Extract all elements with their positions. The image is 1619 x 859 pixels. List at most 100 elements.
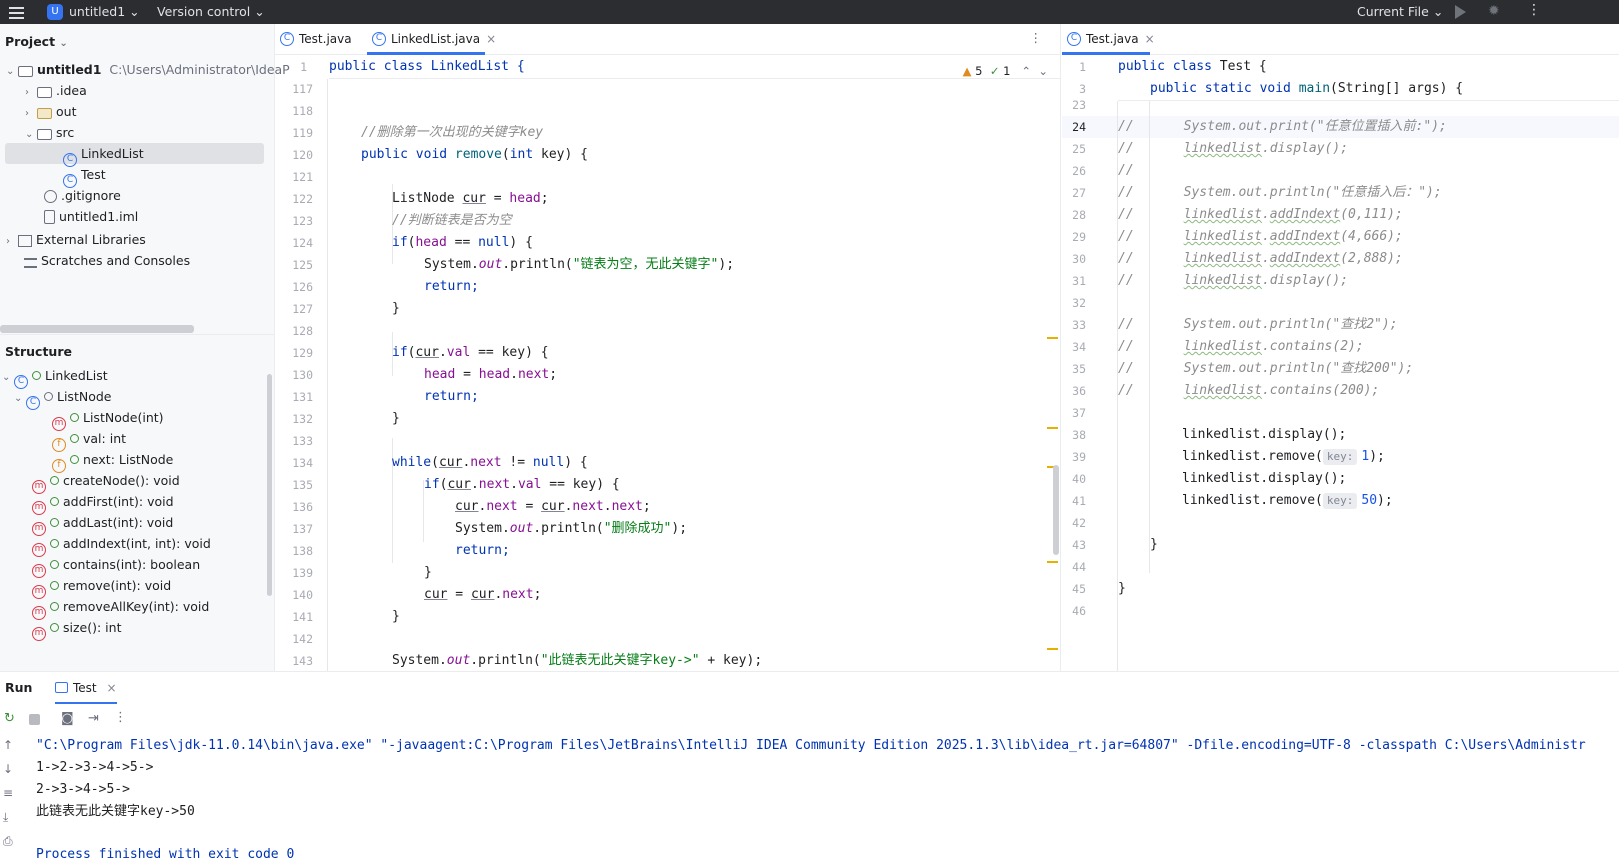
code-token: .println( [502, 257, 573, 272]
tab-options-icon[interactable]: ⋮ [1030, 30, 1043, 45]
line-number: 128 [292, 324, 313, 338]
variable: cur [541, 499, 565, 514]
warning-stripe-mark[interactable] [1047, 427, 1058, 429]
structure-item-next[interactable]: f next: ListNode [52, 449, 174, 473]
close-tab-icon[interactable]: × [106, 681, 116, 695]
tree-item-iml[interactable]: untitled1.iml [44, 206, 138, 227]
tree-item-test[interactable]: C Test [63, 164, 106, 188]
run-icon[interactable] [1455, 5, 1466, 19]
close-tab-icon[interactable]: × [1145, 32, 1155, 46]
run-panel-title[interactable]: Run [5, 680, 32, 695]
screenshot-icon[interactable]: ◙ [61, 711, 74, 726]
tab-label: LinkedList.java [391, 32, 481, 46]
indent-guide [327, 79, 328, 671]
tab-linkedlist-java[interactable]: C LinkedList.java × [367, 24, 496, 55]
main-menu-icon[interactable] [9, 7, 24, 22]
project-switcher[interactable]: untitled1 ⌄ [69, 4, 140, 19]
more-actions-icon[interactable]: ⋮ [1527, 2, 1541, 18]
keyword: int [509, 147, 534, 162]
next-highlight-icon[interactable]: ⌄ [1038, 64, 1048, 78]
exit-icon[interactable]: ⇥ [88, 711, 99, 726]
comment: ); [1397, 361, 1414, 376]
structure-scrollbar[interactable] [267, 374, 272, 596]
code-token: = [447, 587, 471, 602]
structure-item-createnode[interactable]: m createNode(): void [32, 470, 180, 494]
check-icon: ✓ [989, 64, 1000, 78]
static-field: out [446, 653, 471, 668]
run-tab-test[interactable]: Test × [55, 676, 117, 700]
scroll-to-end-icon[interactable]: ⤓ [3, 810, 8, 825]
public-visibility-icon [50, 539, 59, 548]
rerun-icon[interactable]: ↻ [4, 711, 15, 726]
structure-item-size[interactable]: m size(): int [32, 617, 121, 641]
stop-icon[interactable] [29, 714, 40, 725]
soft-wrap-icon[interactable]: ≡ [3, 786, 13, 800]
code-token: + key); [699, 653, 763, 668]
code-token: = [517, 499, 542, 514]
structure-item-listnode[interactable]: ⌄ C ListNode [14, 386, 111, 410]
scroll-up-icon[interactable]: ↑ [3, 738, 13, 752]
structure-panel-title[interactable]: Structure [5, 344, 72, 359]
parameter-hint: key: [1322, 493, 1358, 509]
version-control-menu[interactable]: Version control ⌄ [157, 4, 265, 19]
code-line-43: } [1150, 537, 1158, 552]
structure-item-removeallkey[interactable]: m removeAllKey(int): void [32, 596, 209, 620]
library-icon [18, 235, 32, 247]
field: head [415, 235, 447, 250]
code-token: ( [431, 455, 439, 470]
string-literal: "链表为空，无此关键字" [572, 257, 719, 272]
public-visibility-icon [50, 476, 59, 485]
prev-highlight-icon[interactable]: ⌃ [1021, 64, 1031, 78]
warning-stripe-mark[interactable] [1047, 648, 1058, 650]
code-token: ; [642, 499, 651, 514]
comment: . [1261, 207, 1270, 222]
structure-item-label: next: ListNode [83, 452, 174, 467]
structure-item-addfirst[interactable]: m addFirst(int): void [32, 491, 174, 515]
comment: "查找200" [1332, 361, 1398, 376]
tree-item-gitignore[interactable]: .gitignore [44, 185, 121, 206]
inspection-widget[interactable]: ▲ 5 ✓ 1 ⌃ ⌄ [963, 64, 1048, 78]
line-number: 130 [292, 368, 313, 382]
code-line-118: //删除第一次出现的关键字key [361, 122, 543, 144]
structure-item-listnode-ctor[interactable]: m ListNode(int) [52, 407, 164, 431]
tree-item-src[interactable]: ⌄ src [25, 122, 74, 143]
tree-item-scratches[interactable]: Scratches and Consoles [24, 250, 190, 271]
scroll-down-icon[interactable]: ↓ [3, 762, 13, 776]
structure-item-addlast[interactable]: m addLast(int): void [32, 512, 173, 536]
public-visibility-icon [50, 581, 59, 590]
tree-item-linkedlist[interactable]: C LinkedList [5, 143, 264, 167]
project-panel-title[interactable]: Project ⌄ [5, 34, 71, 49]
warning-stripe-mark[interactable] [1047, 561, 1058, 563]
warning-stripe-mark[interactable] [1047, 337, 1058, 339]
line-number: 132 [292, 412, 313, 426]
print-icon[interactable]: ⎙ [3, 834, 13, 849]
structure-item-remove[interactable]: m remove(int): void [32, 575, 171, 599]
tree-item-root[interactable]: ⌄ untitled1 C:\Users\Administrator\IdeaP [6, 59, 290, 80]
console-command-line: "C:\Program Files\jdk-11.0.14\bin\java.e… [36, 738, 1586, 753]
editor-linkedlist: C Test.java C LinkedList.java × ⋮ ▲ 5 ✓ 1 ⌃… [275, 24, 1061, 671]
debug-icon[interactable]: ✹ [1488, 3, 1500, 19]
code-token: ; [533, 587, 542, 602]
field: head [478, 367, 511, 382]
project-horizontal-scrollbar[interactable] [0, 325, 194, 333]
structure-item-contains[interactable]: m contains(int): boolean [32, 554, 200, 578]
run-config-label: Current File [1357, 4, 1429, 19]
comment: System. [1183, 185, 1239, 200]
tree-item-idea[interactable]: › .idea [25, 80, 87, 101]
line-number: 36 [1072, 384, 1086, 398]
more-options-icon[interactable]: ⋮ [114, 710, 127, 725]
project-badge[interactable]: U [47, 4, 63, 20]
structure-item-addindext[interactable]: m addIndext(int, int): void [32, 533, 211, 557]
console-exit-line: Process finished with exit code 0 [36, 847, 295, 859]
run-config-selector[interactable]: Current File ⌄ [1357, 4, 1443, 19]
comment: .println( [1261, 185, 1333, 200]
editor-scrollbar[interactable] [1053, 465, 1059, 555]
tree-item-external-libraries[interactable]: › External Libraries [6, 229, 146, 250]
structure-item-val[interactable]: f val: int [52, 428, 126, 452]
structure-item-linkedlist[interactable]: ⌄ C LinkedList [2, 365, 108, 389]
close-tab-icon[interactable]: × [486, 32, 496, 46]
code-line-40: linkedlist.display(); [1182, 471, 1347, 486]
code-token: . [603, 499, 612, 514]
chevron-down-icon: ⌄ [14, 393, 23, 404]
tree-item-out[interactable]: › out [25, 101, 76, 122]
